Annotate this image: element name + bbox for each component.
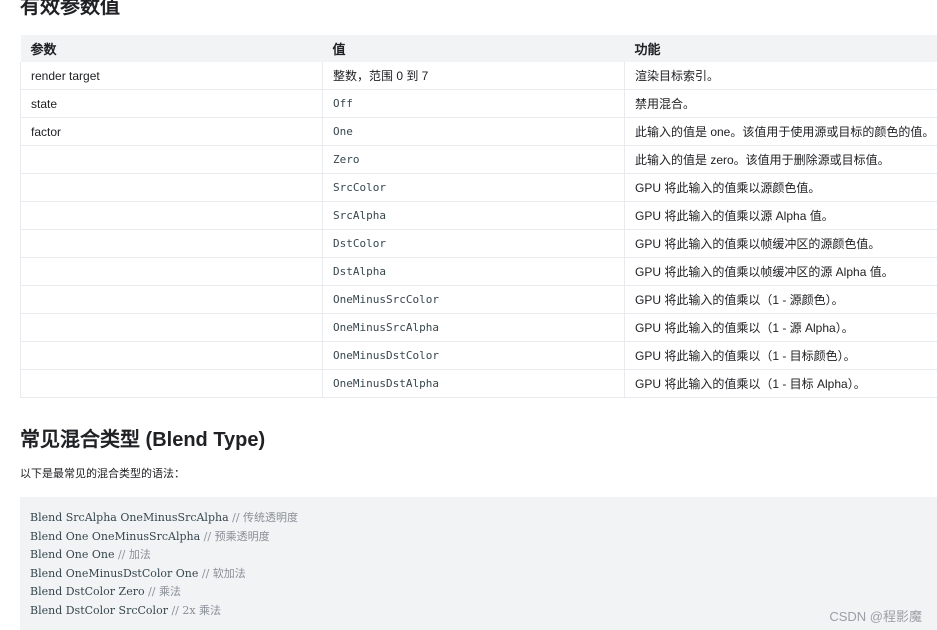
code-comment: // 乘法	[148, 585, 182, 599]
code-text: Blend DstColor Zero	[30, 585, 149, 599]
cell-function: GPU 将此输入的值乘以帧缓冲区的源颜色值。	[624, 229, 937, 258]
cell-param: factor	[20, 117, 323, 146]
code-comment: // 软加法	[201, 566, 246, 580]
cell-function: 此输入的值是 zero。该值用于删除源或目标值。	[624, 145, 937, 174]
code-line: Blend DstColor Zero // 乘法	[30, 583, 927, 602]
code-block: Blend SrcAlpha OneMinusSrcAlpha // 传统透明度…	[20, 497, 937, 630]
section-title-valid-params: 有效参数值	[20, 0, 120, 18]
cell-param: state	[20, 89, 323, 118]
table-row: factor One 此输入的值是 one。该值用于使用源或目标的颜色的值。	[20, 117, 937, 146]
params-table-body: render target 整数，范围 0 到 7 渲染目标索引。 state Off 禁…	[20, 62, 937, 398]
cell-value: OneMinusDstColor	[322, 341, 625, 370]
cell-value: SrcAlpha	[322, 201, 625, 230]
cell-param	[20, 173, 323, 202]
document-page: 有效参数值 参数 值 功能 render target 整数，范围 0 到 7 渲染…	[0, 0, 937, 630]
cell-value: 整数，范围 0 到 7	[322, 62, 625, 90]
cell-param: render target	[20, 62, 323, 90]
cell-value: OneMinusSrcAlpha	[322, 313, 625, 342]
cell-function: GPU 将此输入的值乘以帧缓冲区的源 Alpha 值。	[624, 257, 937, 286]
cell-value: Zero	[322, 145, 625, 174]
table-row: OneMinusDstColor GPU 将此输入的值乘以（1 - 目标颜色）。	[20, 341, 937, 370]
column-header-function: 功能	[624, 35, 937, 62]
watermark: CSDN @程影魔	[829, 609, 922, 624]
cell-param	[20, 201, 323, 230]
code-line: Blend One OneMinusSrcAlpha // 预乘透明度	[30, 528, 927, 547]
cell-value: OneMinusSrcColor	[322, 285, 625, 314]
code-text: Blend One One	[30, 548, 118, 562]
section-title-blend-type: 常见混合类型 (Blend Type)	[20, 429, 266, 451]
cell-function: 渲染目标索引。	[624, 62, 937, 90]
cell-value: Off	[322, 89, 625, 118]
code-comment: // 预乘透明度	[203, 529, 270, 543]
cell-value: DstAlpha	[322, 257, 625, 286]
cell-param	[20, 341, 323, 370]
code-line: Blend SrcAlpha OneMinusSrcAlpha // 传统透明度	[30, 509, 927, 528]
cell-param	[20, 285, 323, 314]
cell-param	[20, 313, 323, 342]
table-row: OneMinusSrcAlpha GPU 将此输入的值乘以（1 - 源 Alpha…	[20, 313, 937, 342]
table-row: state Off 禁用混合。	[20, 89, 937, 118]
code-text: Blend SrcAlpha OneMinusSrcAlpha	[30, 511, 233, 524]
cell-function: GPU 将此输入的值乘以源颜色值。	[624, 173, 937, 202]
cell-param	[20, 369, 323, 398]
code-comment: // 加法	[117, 548, 151, 562]
cell-param	[20, 257, 323, 286]
table-row: DstColor GPU 将此输入的值乘以帧缓冲区的源颜色值。	[20, 229, 937, 258]
cell-function: GPU 将此输入的值乘以（1 - 目标 Alpha）。	[624, 369, 937, 398]
table-row: SrcAlpha GPU 将此输入的值乘以源 Alpha 值。	[20, 201, 937, 230]
code-comment: // 传统透明度	[232, 511, 299, 524]
column-header-param: 参数	[20, 35, 323, 62]
params-table: 参数 值 功能 render target 整数，范围 0 到 7 渲染目标索引。 s…	[20, 35, 937, 398]
code-line: Blend DstColor SrcColor // 2x 乘法	[30, 602, 927, 621]
code-line: Blend OneMinusDstColor One // 软加法	[30, 565, 927, 584]
table-row: SrcColor GPU 将此输入的值乘以源颜色值。	[20, 173, 937, 202]
cell-function: 此输入的值是 one。该值用于使用源或目标的颜色的值。	[624, 117, 937, 146]
cell-function: GPU 将此输入的值乘以（1 - 目标颜色）。	[624, 341, 937, 370]
table-header-row: 参数 值 功能	[20, 35, 937, 62]
code-comment: // 2x 乘法	[171, 603, 222, 617]
cell-function: GPU 将此输入的值乘以（1 - 源颜色）。	[624, 285, 937, 314]
cell-value: One	[322, 117, 625, 146]
code-text: Blend One OneMinusSrcAlpha	[30, 529, 204, 543]
cell-function: GPU 将此输入的值乘以（1 - 源 Alpha）。	[624, 313, 937, 342]
cell-value: OneMinusDstAlpha	[322, 369, 625, 398]
table-row: DstAlpha GPU 将此输入的值乘以帧缓冲区的源 Alpha 值。	[20, 257, 937, 286]
table-row: OneMinusSrcColor GPU 将此输入的值乘以（1 - 源颜色）。	[20, 285, 937, 314]
code-text: Blend DstColor SrcColor	[30, 603, 172, 617]
code-text: Blend OneMinusDstColor One	[30, 566, 202, 580]
code-line: Blend One One // 加法	[30, 546, 927, 565]
cell-function: GPU 将此输入的值乘以源 Alpha 值。	[624, 201, 937, 230]
intro-text: 以下是最常见的混合类型的语法：	[20, 468, 185, 480]
table-row: OneMinusDstAlpha GPU 将此输入的值乘以（1 - 目标 Alph…	[20, 369, 937, 398]
cell-param	[20, 145, 323, 174]
cell-value: SrcColor	[322, 173, 625, 202]
table-row: Zero 此输入的值是 zero。该值用于删除源或目标值。	[20, 145, 937, 174]
cell-value: DstColor	[322, 229, 625, 258]
column-header-value: 值	[322, 35, 625, 62]
cell-function: 禁用混合。	[624, 89, 937, 118]
cell-param	[20, 229, 323, 258]
table-row: render target 整数，范围 0 到 7 渲染目标索引。	[20, 62, 937, 90]
